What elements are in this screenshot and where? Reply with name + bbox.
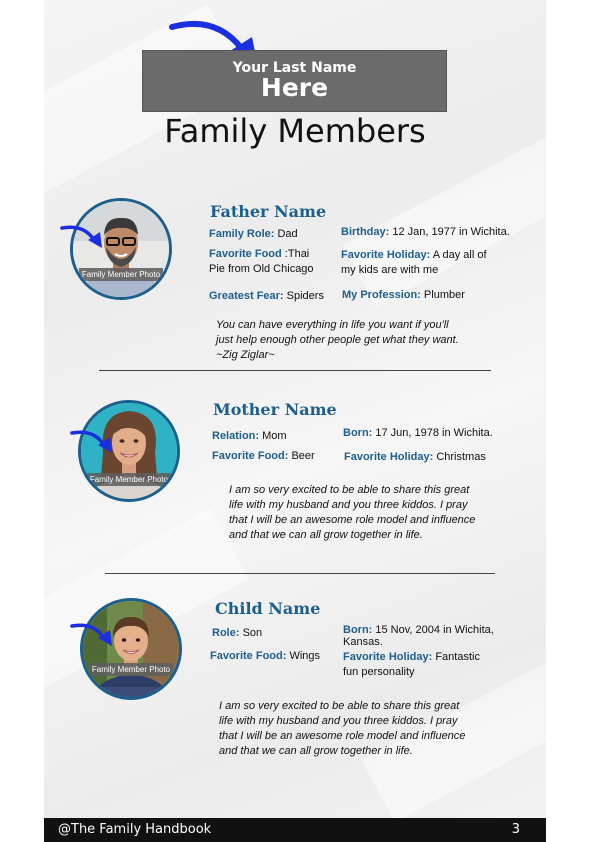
quote-line: life with my husband and you three kiddo…	[229, 499, 468, 511]
quote-line: that I will be an awesome role model and…	[219, 730, 466, 742]
field-label: Favorite Food	[209, 248, 282, 260]
field-value: Beer	[291, 450, 315, 462]
quote-line: that I will be an awesome role model and…	[229, 514, 476, 526]
field-label: Favorite Holiday:	[343, 651, 433, 663]
field-label: Greatest Fear:	[209, 290, 284, 302]
field-greatest-fear: Greatest Fear: Spiders	[209, 289, 324, 304]
field-value: Plumber	[423, 289, 465, 301]
member-quote: I am so very excited to be able to share…	[219, 699, 465, 759]
field-value: Wings	[289, 650, 321, 662]
field-label: Birthday:	[341, 226, 390, 238]
quote-line: life with my husband and you three kiddo…	[219, 715, 458, 727]
field-relation: Relation: Mom	[212, 429, 287, 444]
field-label: Favorite Holiday:	[341, 249, 431, 261]
field-label: My Profession:	[342, 289, 421, 301]
field-born: Born: 15 Nov, 2004 in Wichita, Kansas.	[343, 624, 508, 648]
quote-line: and that we can all grow together in lif…	[219, 745, 413, 757]
member-quote: You can have everything in life you want…	[216, 318, 459, 363]
arrow-icon	[70, 430, 112, 453]
member-name: Mother Name	[213, 400, 337, 419]
quote-line: You can have everything in life you want…	[216, 319, 449, 331]
field-value: Christmas	[436, 451, 486, 463]
field-birthday: Birthday: 12 Jan, 1977 in Wichita.	[341, 225, 510, 240]
field-favorite-holiday: Favorite Holiday: A day all of my kids ar…	[341, 248, 511, 278]
arrow-icon	[70, 623, 112, 646]
banner-line-2: Here	[260, 73, 329, 102]
field-value: Spiders	[286, 290, 324, 302]
field-value: :Thai	[284, 248, 310, 260]
member-name: Child Name	[215, 599, 321, 618]
field-label: Favorite Holiday:	[344, 451, 434, 463]
arrow-icon	[60, 225, 102, 248]
field-label: Role:	[212, 627, 240, 639]
field-role: Role: Son	[212, 626, 262, 641]
page-footer: @The Family Handbook 3	[44, 818, 546, 842]
field-label: Born:	[343, 427, 373, 439]
page-title: Family Members	[164, 112, 426, 150]
footer-brand: @The Family Handbook	[58, 822, 212, 837]
member-quote: I am so very excited to be able to share…	[229, 483, 475, 543]
photo-label: Family Member Photo	[89, 663, 173, 676]
page-number: 3	[511, 822, 520, 837]
last-name-banner: Your Last Name Here	[142, 50, 447, 112]
field-favorite-food: Favorite Food: Beer	[212, 449, 315, 464]
photo-label: Family Member Photo	[87, 473, 171, 486]
quote-line: just help enough other people get what t…	[216, 334, 459, 346]
field-label: Favorite Food:	[210, 650, 287, 662]
member-name: Father Name	[210, 202, 327, 221]
field-value-cont: my kids are with me	[341, 264, 439, 276]
divider	[99, 370, 491, 371]
field-value: Son	[242, 627, 263, 639]
field-value: A day all of	[432, 249, 487, 261]
field-value: Mom	[262, 430, 287, 442]
photo-label: Family Member Photo	[79, 268, 163, 281]
field-born: Born: 17 Jun, 1978 in Wichita.	[343, 426, 493, 441]
field-label: Born:	[343, 624, 373, 636]
field-label: Relation:	[212, 430, 260, 442]
field-favorite-food: Favorite Food :Thai Pie from Old Chicago	[209, 247, 334, 277]
field-favorite-holiday: Favorite Holiday: Christmas	[344, 450, 486, 465]
background-facet	[342, 123, 546, 307]
quote-line: I am so very excited to be able to share…	[229, 484, 470, 496]
divider	[105, 573, 495, 574]
field-value: 17 Jun, 1978 in Wichita.	[375, 427, 493, 439]
field-value: 15 Nov, 2004 in Wichita,	[375, 624, 494, 636]
field-value: Dad	[277, 228, 298, 240]
field-family-role: Family Role: Dad	[209, 227, 298, 242]
field-profession: My Profession: Plumber	[342, 288, 465, 303]
field-value: Fantastic	[435, 651, 480, 663]
field-label: Favorite Food:	[212, 450, 289, 462]
field-value-cont: Kansas.	[343, 636, 383, 648]
field-value-cont: fun personality	[343, 666, 415, 678]
quote-line: I am so very excited to be able to share…	[219, 700, 460, 712]
field-favorite-holiday: Favorite Holiday: Fantastic fun personali…	[343, 650, 508, 680]
field-label: Family Role:	[209, 228, 275, 240]
field-value-cont: Pie from Old Chicago	[209, 263, 314, 275]
quote-line: ~Zig Ziglar~	[216, 349, 275, 361]
field-value: 12 Jan, 1977 in Wichita.	[392, 226, 510, 238]
field-favorite-food: Favorite Food: Wings	[210, 649, 320, 664]
quote-line: and that we can all grow together in lif…	[229, 529, 423, 541]
